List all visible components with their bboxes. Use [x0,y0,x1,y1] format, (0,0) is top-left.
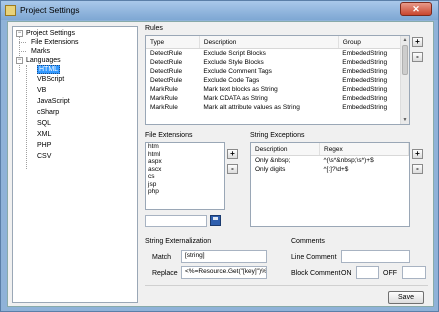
block-on-label: ON [341,270,352,277]
file-extensions-label: File Extensions [145,132,193,139]
divider [145,285,428,286]
match-label: Match [152,254,172,261]
project-settings-window: Project Settings ✕ − Project Settings Fi… [0,0,439,312]
settings-tree[interactable]: − Project Settings File Extensions Marks… [12,26,138,303]
rules-label: Rules [145,25,163,32]
tree-connector [19,42,26,43]
client-area: − Project Settings File Extensions Marks… [7,21,434,307]
list-item[interactable]: cs [146,173,224,181]
tree-node-marks[interactable]: Marks [31,47,50,56]
list-item[interactable]: ascx [146,166,224,174]
tree-node-csv[interactable]: CSV [37,152,51,161]
close-button[interactable]: ✕ [400,2,432,16]
tree-node-languages[interactable]: Languages [26,56,61,65]
match-input[interactable]: [string] [181,250,267,263]
save-extension-icon[interactable] [210,215,221,226]
table-row[interactable]: MarkRule Mark alt attribute values as Str… [146,103,409,112]
scroll-down-icon[interactable]: ▼ [401,116,409,124]
tree-node-xml[interactable]: XML [37,130,51,139]
scroll-up-icon[interactable]: ▲ [401,36,409,44]
block-comment-off-input[interactable] [402,266,426,279]
remove-extension-button[interactable]: - [227,164,238,174]
string-exceptions-label: String Exceptions [250,132,305,139]
tree-node-vbscript[interactable]: VBScript [37,75,64,84]
tree-node-csharp[interactable]: cSharp [37,108,59,117]
remove-rule-button[interactable]: - [412,52,423,62]
rules-column-group[interactable]: Group [338,36,409,49]
list-item[interactable]: aspx [146,158,224,166]
rules-column-description[interactable]: Description [199,36,339,49]
tree-connector [19,51,26,52]
table-row[interactable]: DetectRule Exclude Code Tags EmbededString [146,76,409,85]
table-row[interactable]: Only digits ^[:]?\d+$ [251,165,409,174]
collapse-root-icon[interactable]: − [16,30,23,37]
tree-node-sql[interactable]: SQL [37,119,51,128]
table-row[interactable]: Only &nbsp; ^(\s*&nbsp;\s*)+$ [251,156,409,166]
tree-connector [26,65,27,169]
table-row[interactable]: DetectRule Exclude Style Blocks EmbededStr… [146,58,409,67]
rules-scrollbar[interactable]: ▲ ▼ [400,36,409,124]
tree-node-vb[interactable]: VB [37,86,46,95]
comments-label: Comments [291,238,325,245]
rules-column-type[interactable]: Type [146,36,200,49]
scroll-thumb[interactable] [402,45,408,75]
list-item[interactable]: php [146,188,224,196]
tree-node-html[interactable]: HTML [37,65,61,74]
collapse-languages-icon[interactable]: − [16,57,23,64]
exceptions-column-description[interactable]: Description [251,143,320,156]
new-extension-input[interactable] [145,215,207,227]
table-row[interactable]: DetectRule Exclude Comment Tags EmbededStr… [146,67,409,76]
window-title: Project Settings [20,5,80,15]
list-item[interactable]: html [146,151,224,159]
line-comment-label: Line Comment [291,254,337,261]
save-button[interactable]: Save [388,291,424,304]
table-row[interactable]: DetectRule Exclude Script Blocks EmbededSt… [146,49,409,59]
tree-node-javascript[interactable]: JavaScript [37,97,70,106]
line-comment-input[interactable] [341,250,410,263]
app-icon [5,5,16,16]
replace-label: Replace [152,270,178,277]
block-comment-label: Block Comment [291,270,341,277]
tree-node-html-label: HTML [37,65,61,74]
title-bar[interactable]: Project Settings ✕ [1,1,438,20]
tree-node-root[interactable]: Project Settings [26,29,75,38]
add-exception-button[interactable]: + [412,149,423,159]
string-exceptions-grid[interactable]: Description Regex Only &nbsp; ^(\s*&nbsp;… [250,142,410,227]
add-extension-button[interactable]: + [227,149,238,159]
tree-node-file-extensions[interactable]: File Extensions [31,38,78,47]
file-extensions-list[interactable]: htm html aspx ascx cs jsp php [145,142,225,210]
rules-grid[interactable]: Type Description Group DetectRule Exclude… [145,35,410,125]
table-row[interactable]: MarkRule Mark text blocks as String Embede… [146,85,409,94]
list-item[interactable]: htm [146,143,224,151]
remove-exception-button[interactable]: - [412,164,423,174]
add-rule-button[interactable]: + [412,37,423,47]
exceptions-column-regex[interactable]: Regex [319,143,409,156]
string-externalization-label: String Externalization [145,238,212,245]
replace-input[interactable]: <%=Resource.Get("[key]")%> [181,266,267,279]
table-row[interactable]: MarkRule Mark CDATA as String EmbededStrin… [146,94,409,103]
block-off-label: OFF [383,270,397,277]
list-item[interactable]: jsp [146,181,224,189]
tree-node-php[interactable]: PHP [37,141,51,150]
block-comment-on-input[interactable] [356,266,379,279]
